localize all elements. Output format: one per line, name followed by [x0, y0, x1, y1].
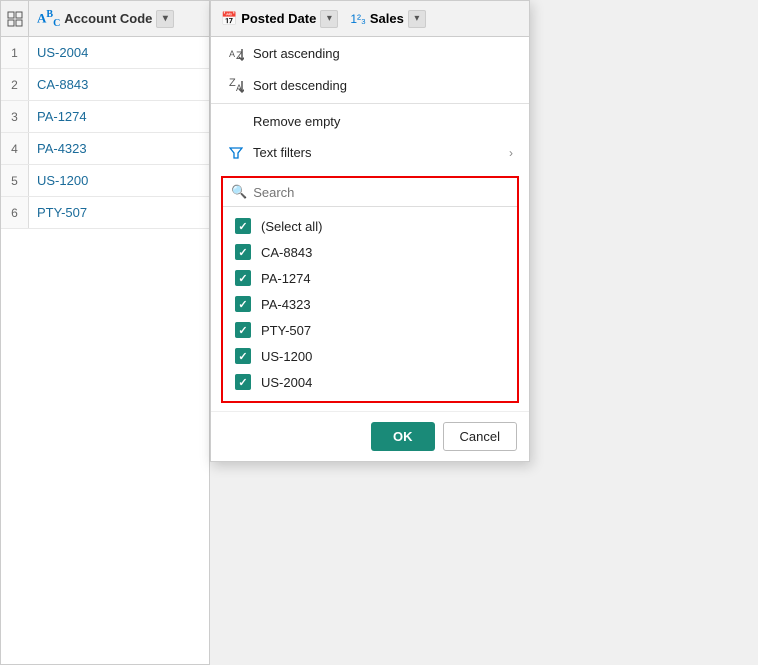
filter-item-us-1200[interactable]: US-1200 [223, 343, 517, 369]
svg-text:Z: Z [229, 77, 236, 89]
sort-descending-label: Sort descending [253, 78, 347, 93]
search-row: 🔍 [223, 178, 517, 207]
filter-label-us-2004: US-2004 [261, 375, 312, 390]
checkbox-pa-4323[interactable] [235, 296, 251, 312]
filter-item-select-all[interactable]: (Select all) [223, 213, 517, 239]
account-code-column-header[interactable]: ABC Account Code ▾ [29, 1, 182, 36]
remove-empty-item[interactable]: Remove empty [211, 106, 529, 137]
row-number: 6 [1, 197, 29, 228]
checkbox-us-2004[interactable] [235, 374, 251, 390]
posted-date-dropdown-arrow[interactable]: ▾ [320, 10, 338, 28]
row-number-header [1, 1, 29, 36]
sales-dropdown-arrow[interactable]: ▾ [408, 10, 426, 28]
date-column-icon: 📅 [221, 11, 237, 27]
posted-date-label: Posted Date [241, 11, 316, 26]
filter-item-pa-4323[interactable]: PA-4323 [223, 291, 517, 317]
spreadsheet-grid: ABC Account Code ▾ 1 US-2004 2 CA-8843 3… [0, 0, 210, 665]
filter-item-pa-1274[interactable]: PA-1274 [223, 265, 517, 291]
row-number: 1 [1, 37, 29, 68]
cell-value: PA-1274 [29, 109, 95, 124]
filter-label-pa-1274: PA-1274 [261, 271, 311, 286]
checkbox-select-all[interactable] [235, 218, 251, 234]
cell-value: US-1200 [29, 173, 96, 188]
menu-divider-1 [211, 103, 529, 104]
filter-selection-box: 🔍 (Select all) CA-8843 PA-1274 [221, 176, 519, 403]
number-column-icon: 1²₃ [350, 12, 366, 26]
sort-ascending-label: Sort ascending [253, 46, 340, 61]
ok-button[interactable]: OK [371, 422, 435, 451]
sort-ascending-item[interactable]: A Z Sort ascending [211, 37, 529, 69]
filter-label-select-all: (Select all) [261, 219, 322, 234]
filter-label-pty-507: PTY-507 [261, 323, 311, 338]
cell-value: US-2004 [29, 45, 96, 60]
search-input[interactable] [253, 185, 509, 200]
main-container: ABC Account Code ▾ 1 US-2004 2 CA-8843 3… [0, 0, 758, 665]
sales-label: Sales [370, 11, 404, 26]
filter-label-ca-8843: CA-8843 [261, 245, 312, 260]
table-row: 1 US-2004 [1, 37, 209, 69]
posted-date-col-header[interactable]: 📅 Posted Date ▾ [215, 10, 344, 28]
text-filters-icon [227, 146, 245, 160]
sales-col-header[interactable]: 1²₃ Sales ▾ [344, 10, 432, 28]
text-column-icon: ABC [37, 9, 60, 29]
filter-item-ca-8843[interactable]: CA-8843 [223, 239, 517, 265]
filter-label-us-1200: US-1200 [261, 349, 312, 364]
filter-label-pa-4323: PA-4323 [261, 297, 311, 312]
text-filters-label: Text filters [253, 145, 312, 160]
table-row: 2 CA-8843 [1, 69, 209, 101]
remove-empty-label: Remove empty [253, 114, 340, 129]
table-row: 3 PA-1274 [1, 101, 209, 133]
sort-descending-item[interactable]: Z A Sort descending [211, 69, 529, 101]
text-filters-item[interactable]: Text filters › [211, 137, 529, 168]
checkbox-pty-507[interactable] [235, 322, 251, 338]
account-code-dropdown-arrow[interactable]: ▾ [156, 10, 174, 28]
svg-text:A: A [229, 49, 235, 59]
table-row: 6 PTY-507 [1, 197, 209, 229]
cell-value: PTY-507 [29, 205, 95, 220]
row-number: 5 [1, 165, 29, 196]
checkbox-list: (Select all) CA-8843 PA-1274 PA-4323 PTY [223, 207, 517, 401]
sort-desc-icon: Z A [227, 77, 245, 93]
table-row: 5 US-1200 [1, 165, 209, 197]
filter-item-us-2004[interactable]: US-2004 [223, 369, 517, 395]
column-header-row: ABC Account Code ▾ [1, 1, 209, 37]
checkbox-pa-1274[interactable] [235, 270, 251, 286]
cancel-button[interactable]: Cancel [443, 422, 517, 451]
cell-value: PA-4323 [29, 141, 95, 156]
dialog-footer: OK Cancel [211, 411, 529, 461]
panel-header-bar: 📅 Posted Date ▾ 1²₃ Sales ▾ [211, 1, 529, 37]
sort-asc-icon: A Z [227, 45, 245, 61]
table-row: 4 PA-4323 [1, 133, 209, 165]
filter-item-pty-507[interactable]: PTY-507 [223, 317, 517, 343]
checkbox-ca-8843[interactable] [235, 244, 251, 260]
text-filters-arrow: › [509, 146, 513, 160]
row-number: 3 [1, 101, 29, 132]
row-number: 2 [1, 69, 29, 100]
cell-value: CA-8843 [29, 77, 96, 92]
account-code-label: Account Code [64, 11, 152, 26]
filter-dropdown-panel: 📅 Posted Date ▾ 1²₃ Sales ▾ A Z Sort asc… [210, 0, 530, 462]
row-number: 4 [1, 133, 29, 164]
search-icon: 🔍 [231, 184, 247, 200]
checkbox-us-1200[interactable] [235, 348, 251, 364]
grid-icon [7, 11, 23, 27]
